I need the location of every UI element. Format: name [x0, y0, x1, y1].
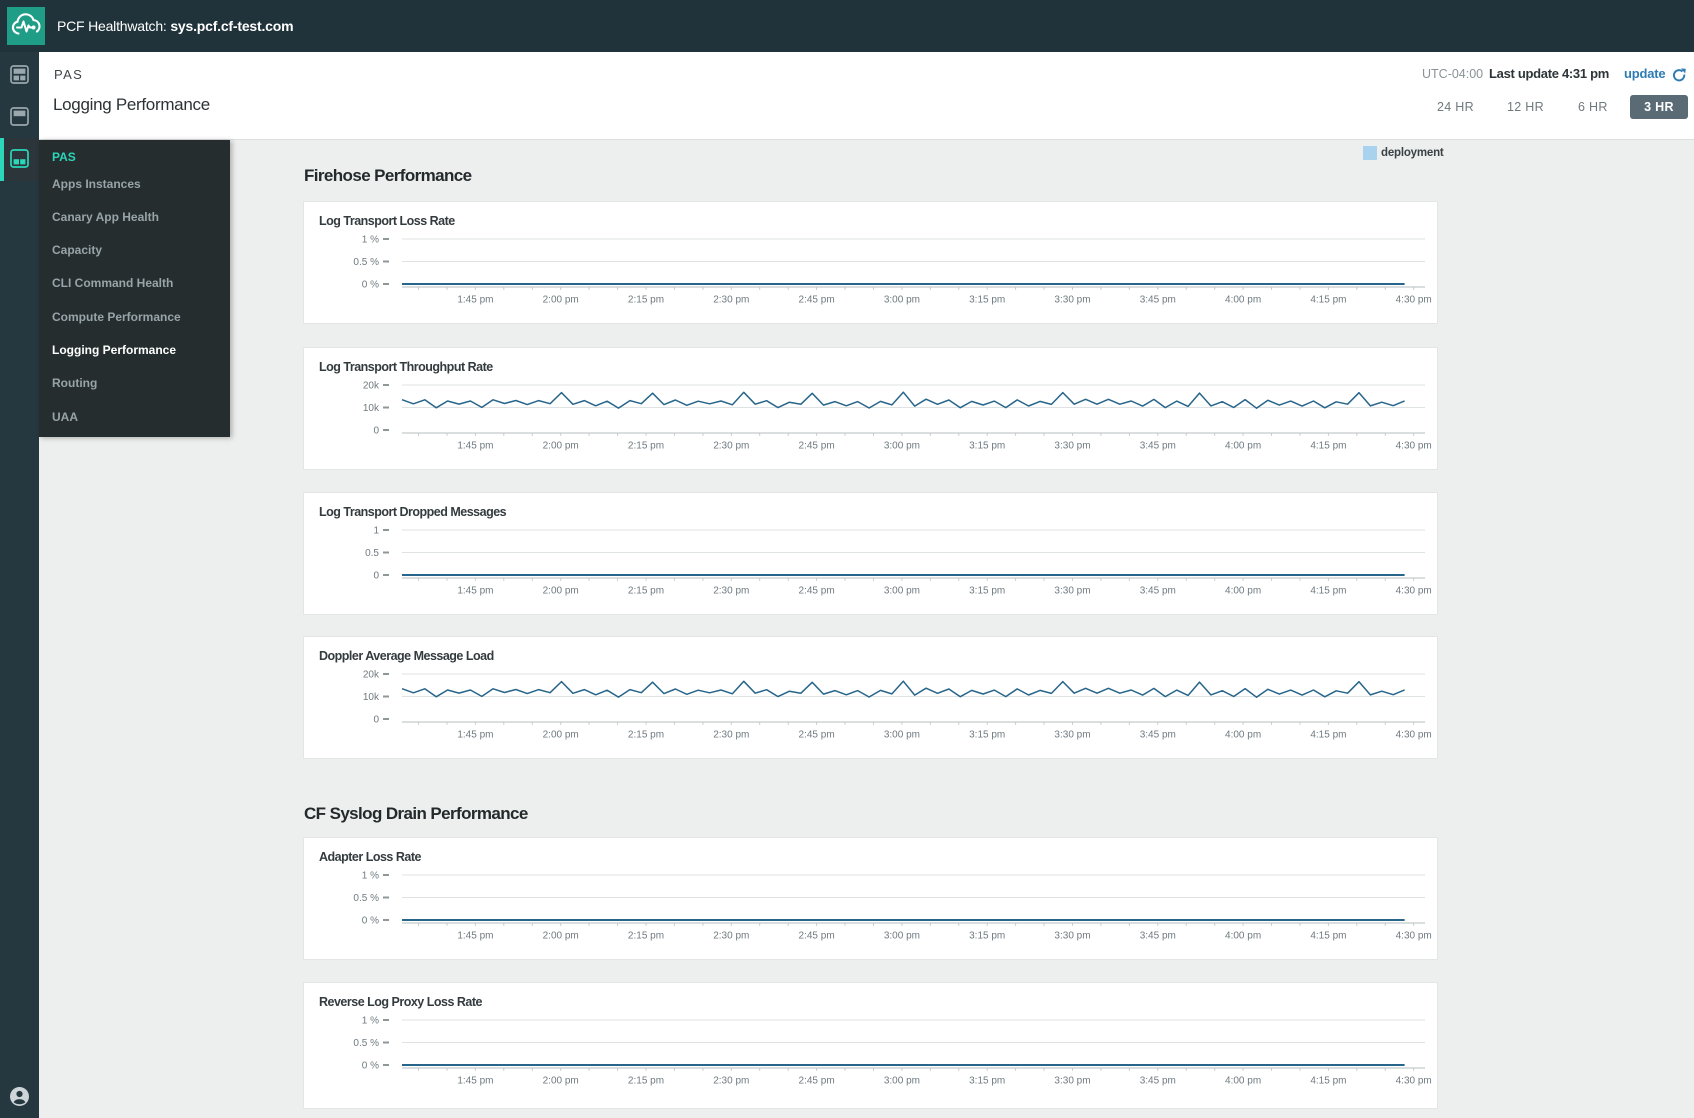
svg-text:2:30 pm: 2:30 pm	[713, 441, 749, 452]
svg-text:2:45 pm: 2:45 pm	[799, 931, 835, 942]
svg-text:2:45 pm: 2:45 pm	[799, 1076, 835, 1087]
svg-text:1:45 pm: 1:45 pm	[457, 730, 493, 741]
svg-text:2:30 pm: 2:30 pm	[713, 730, 749, 741]
svg-text:1:45 pm: 1:45 pm	[457, 441, 493, 452]
svg-text:3:15 pm: 3:15 pm	[969, 586, 1005, 597]
svg-text:2:15 pm: 2:15 pm	[628, 931, 664, 942]
svg-text:0.5 %: 0.5 %	[353, 893, 379, 904]
svg-text:2:00 pm: 2:00 pm	[543, 730, 579, 741]
svg-text:2:15 pm: 2:15 pm	[628, 586, 664, 597]
svg-text:2:00 pm: 2:00 pm	[543, 1076, 579, 1087]
svg-text:0: 0	[373, 571, 379, 582]
svg-text:3:15 pm: 3:15 pm	[969, 1076, 1005, 1087]
svg-text:1:45 pm: 1:45 pm	[457, 931, 493, 942]
svg-text:0: 0	[373, 715, 379, 726]
svg-text:3:30 pm: 3:30 pm	[1054, 586, 1090, 597]
svg-text:2:30 pm: 2:30 pm	[713, 295, 749, 306]
svg-text:4:30 pm: 4:30 pm	[1396, 931, 1432, 942]
svg-text:1 %: 1 %	[362, 871, 379, 882]
svg-text:3:30 pm: 3:30 pm	[1054, 295, 1090, 306]
svg-text:4:30 pm: 4:30 pm	[1396, 586, 1432, 597]
svg-text:3:45 pm: 3:45 pm	[1140, 1076, 1176, 1087]
svg-text:Log Transport Throughput Rate: Log Transport Throughput Rate	[319, 360, 493, 374]
svg-text:4:00 pm: 4:00 pm	[1225, 295, 1261, 306]
svg-text:4:30 pm: 4:30 pm	[1396, 441, 1432, 452]
svg-text:2:15 pm: 2:15 pm	[628, 295, 664, 306]
svg-text:4:15 pm: 4:15 pm	[1310, 441, 1346, 452]
svg-text:1: 1	[373, 526, 379, 537]
svg-text:Adapter Loss Rate: Adapter Loss Rate	[319, 850, 421, 864]
svg-text:3:30 pm: 3:30 pm	[1054, 1076, 1090, 1087]
svg-text:4:15 pm: 4:15 pm	[1310, 295, 1346, 306]
svg-text:10k: 10k	[363, 403, 380, 414]
svg-text:3:15 pm: 3:15 pm	[969, 931, 1005, 942]
svg-text:2:15 pm: 2:15 pm	[628, 1076, 664, 1087]
svg-text:0: 0	[373, 426, 379, 437]
svg-text:2:30 pm: 2:30 pm	[713, 1076, 749, 1087]
svg-text:3:00 pm: 3:00 pm	[884, 441, 920, 452]
svg-text:Doppler Average Message Load: Doppler Average Message Load	[319, 649, 494, 663]
svg-text:4:30 pm: 4:30 pm	[1396, 295, 1432, 306]
svg-text:0 %: 0 %	[362, 1061, 379, 1072]
svg-text:3:15 pm: 3:15 pm	[969, 441, 1005, 452]
svg-text:2:00 pm: 2:00 pm	[543, 931, 579, 942]
svg-text:3:30 pm: 3:30 pm	[1054, 441, 1090, 452]
svg-text:3:15 pm: 3:15 pm	[969, 295, 1005, 306]
svg-text:4:00 pm: 4:00 pm	[1225, 586, 1261, 597]
svg-text:4:15 pm: 4:15 pm	[1310, 586, 1346, 597]
svg-text:3:45 pm: 3:45 pm	[1140, 931, 1176, 942]
svg-text:1:45 pm: 1:45 pm	[457, 1076, 493, 1087]
svg-text:2:00 pm: 2:00 pm	[543, 441, 579, 452]
svg-text:2:45 pm: 2:45 pm	[799, 295, 835, 306]
svg-text:2:45 pm: 2:45 pm	[799, 441, 835, 452]
svg-text:Reverse Log Proxy Loss Rate: Reverse Log Proxy Loss Rate	[319, 995, 483, 1009]
svg-text:1:45 pm: 1:45 pm	[457, 295, 493, 306]
svg-text:4:15 pm: 4:15 pm	[1310, 730, 1346, 741]
svg-text:0 %: 0 %	[362, 280, 379, 291]
svg-text:3:00 pm: 3:00 pm	[884, 586, 920, 597]
svg-text:4:15 pm: 4:15 pm	[1310, 931, 1346, 942]
svg-text:Log Transport Loss Rate: Log Transport Loss Rate	[319, 214, 455, 228]
svg-text:0 %: 0 %	[362, 916, 379, 927]
svg-text:4:00 pm: 4:00 pm	[1225, 931, 1261, 942]
svg-text:2:45 pm: 2:45 pm	[799, 586, 835, 597]
svg-text:3:00 pm: 3:00 pm	[884, 295, 920, 306]
svg-text:10k: 10k	[363, 692, 380, 703]
svg-text:0.5 %: 0.5 %	[353, 257, 379, 268]
svg-text:3:45 pm: 3:45 pm	[1140, 586, 1176, 597]
svg-text:1 %: 1 %	[362, 1016, 379, 1027]
svg-text:Log Transport Dropped Messages: Log Transport Dropped Messages	[319, 505, 507, 519]
svg-text:3:15 pm: 3:15 pm	[969, 730, 1005, 741]
svg-text:0.5: 0.5	[365, 548, 379, 559]
svg-text:3:00 pm: 3:00 pm	[884, 730, 920, 741]
svg-text:3:45 pm: 3:45 pm	[1140, 730, 1176, 741]
svg-text:20k: 20k	[363, 670, 380, 681]
svg-text:2:30 pm: 2:30 pm	[713, 931, 749, 942]
svg-text:3:30 pm: 3:30 pm	[1054, 730, 1090, 741]
svg-text:4:15 pm: 4:15 pm	[1310, 1076, 1346, 1087]
svg-text:1:45 pm: 1:45 pm	[457, 586, 493, 597]
svg-text:2:15 pm: 2:15 pm	[628, 441, 664, 452]
svg-text:2:45 pm: 2:45 pm	[799, 730, 835, 741]
svg-text:2:00 pm: 2:00 pm	[543, 586, 579, 597]
svg-text:4:00 pm: 4:00 pm	[1225, 730, 1261, 741]
svg-text:2:30 pm: 2:30 pm	[713, 586, 749, 597]
svg-text:3:45 pm: 3:45 pm	[1140, 441, 1176, 452]
svg-text:2:15 pm: 2:15 pm	[628, 730, 664, 741]
svg-text:3:45 pm: 3:45 pm	[1140, 295, 1176, 306]
svg-text:4:30 pm: 4:30 pm	[1396, 1076, 1432, 1087]
svg-text:4:00 pm: 4:00 pm	[1225, 1076, 1261, 1087]
svg-text:1 %: 1 %	[362, 235, 379, 246]
svg-text:3:30 pm: 3:30 pm	[1054, 931, 1090, 942]
svg-text:3:00 pm: 3:00 pm	[884, 931, 920, 942]
svg-text:20k: 20k	[363, 381, 380, 392]
svg-text:4:00 pm: 4:00 pm	[1225, 441, 1261, 452]
svg-text:2:00 pm: 2:00 pm	[543, 295, 579, 306]
svg-text:4:30 pm: 4:30 pm	[1396, 730, 1432, 741]
svg-text:0.5 %: 0.5 %	[353, 1038, 379, 1049]
svg-text:3:00 pm: 3:00 pm	[884, 1076, 920, 1087]
